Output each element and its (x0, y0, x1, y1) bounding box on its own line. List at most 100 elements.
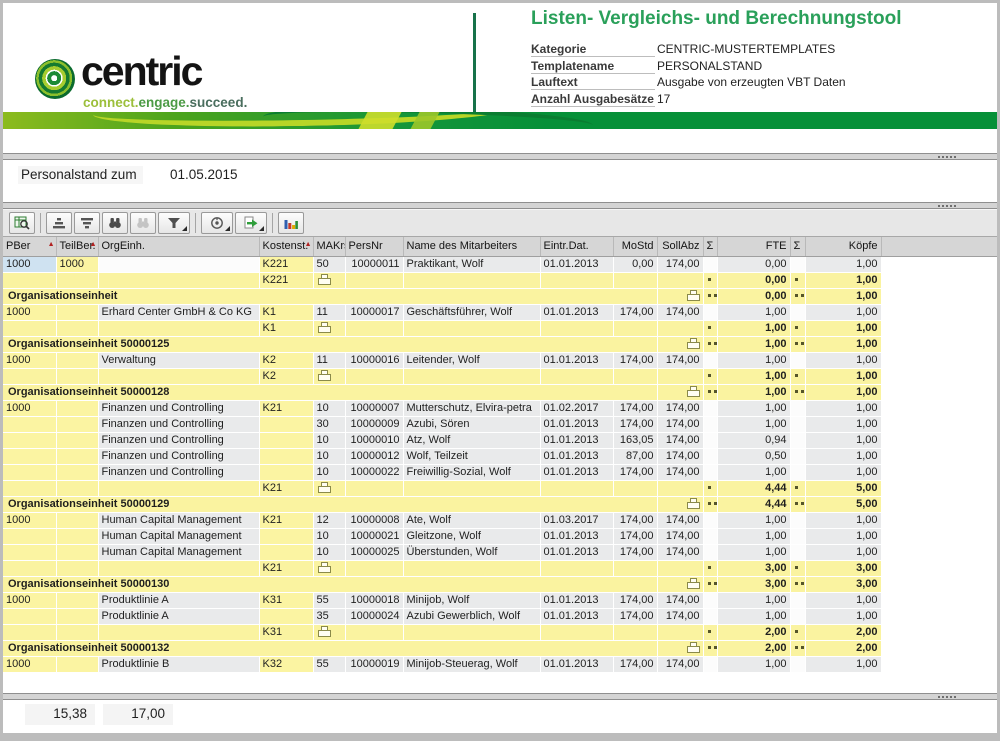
cell-fte[interactable]: 0,94 (717, 432, 790, 448)
cell-s2[interactable] (790, 544, 805, 560)
cell-s2[interactable] (790, 320, 805, 336)
table-row[interactable]: 10001000K2215010000011Praktikant, Wolf01… (3, 256, 881, 272)
group-row[interactable]: Organisationseinheit 500001294,445,00 (3, 496, 881, 512)
splitter-bar-middle[interactable] (3, 202, 997, 209)
views-button[interactable] (201, 212, 233, 234)
cell-sollabz[interactable]: 174,00 (657, 464, 703, 480)
cell-koepfe[interactable]: 1,00 (805, 416, 881, 432)
cell-org[interactable] (98, 560, 259, 576)
cell-makrs[interactable] (313, 320, 345, 336)
cell-teilber[interactable] (56, 448, 98, 464)
cell-name[interactable]: Überstunden, Wolf (403, 544, 540, 560)
cell-org[interactable]: Finanzen und Controlling (98, 448, 259, 464)
export-button[interactable] (235, 212, 267, 234)
cell-kost[interactable] (259, 432, 313, 448)
cell-s1[interactable] (703, 256, 717, 272)
cell-org[interactable]: Human Capital Management (98, 512, 259, 528)
cell-kost[interactable] (259, 464, 313, 480)
cell-makrs[interactable]: 30 (313, 416, 345, 432)
group-row[interactable]: Organisationseinheit 500001322,002,00 (3, 640, 881, 656)
cell-name[interactable] (403, 368, 540, 384)
details-button[interactable] (9, 212, 35, 234)
cell-eintr[interactable]: 01.01.2013 (540, 464, 613, 480)
cell-name[interactable]: Wolf, Teilzeit (403, 448, 540, 464)
cell-s1[interactable] (703, 608, 717, 624)
cell-makrs[interactable]: 35 (313, 608, 345, 624)
cell-koepfe[interactable]: 1,00 (805, 656, 881, 672)
cell-s2[interactable] (790, 384, 805, 400)
cell-fte[interactable]: 1,00 (717, 544, 790, 560)
subtotal-row[interactable]: K2210,001,00 (3, 272, 881, 288)
cell-koepfe[interactable]: 1,00 (805, 448, 881, 464)
group-label[interactable]: Organisationseinheit 50000129 (3, 496, 657, 512)
cell-fte[interactable]: 1,00 (717, 304, 790, 320)
cell-teilber[interactable] (56, 272, 98, 288)
cell-persnr[interactable]: 10000008 (345, 512, 403, 528)
cell-name[interactable] (403, 560, 540, 576)
cell-name[interactable]: Minijob-Steuerag, Wolf (403, 656, 540, 672)
table-row[interactable]: 1000Produktlinie BK325510000019Minijob-S… (3, 656, 881, 672)
cell-sollabz[interactable] (657, 496, 703, 512)
cell-mostd[interactable]: 174,00 (613, 544, 657, 560)
cell-teilber[interactable] (56, 528, 98, 544)
cell-s2[interactable] (790, 640, 805, 656)
cell-sollabz[interactable]: 174,00 (657, 432, 703, 448)
group-label[interactable]: Organisationseinheit 50000132 (3, 640, 657, 656)
cell-pber[interactable] (3, 480, 56, 496)
cell-eintr[interactable]: 01.02.2017 (540, 400, 613, 416)
cell-kost[interactable]: K1 (259, 320, 313, 336)
cell-pber[interactable] (3, 560, 56, 576)
cell-koepfe[interactable]: 1,00 (805, 336, 881, 352)
cell-pber[interactable]: 1000 (3, 400, 56, 416)
cell-s1[interactable] (703, 592, 717, 608)
cell-koepfe[interactable]: 1,00 (805, 256, 881, 272)
cell-persnr[interactable]: 10000009 (345, 416, 403, 432)
col-header-makrs[interactable]: MAKrs (313, 237, 345, 256)
cell-fte[interactable]: 1,00 (717, 320, 790, 336)
cell-fte[interactable]: 0,00 (717, 272, 790, 288)
chart-button[interactable] (278, 212, 304, 234)
cell-makrs[interactable]: 11 (313, 352, 345, 368)
cell-koepfe[interactable]: 1,00 (805, 320, 881, 336)
cell-s1[interactable] (703, 432, 717, 448)
cell-teilber[interactable] (56, 592, 98, 608)
cell-kost[interactable] (259, 608, 313, 624)
cell-koepfe[interactable]: 1,00 (805, 288, 881, 304)
cell-s1[interactable] (703, 544, 717, 560)
group-row[interactable]: Organisationseinheit 500001303,003,00 (3, 576, 881, 592)
cell-fte[interactable]: 3,00 (717, 576, 790, 592)
cell-persnr[interactable]: 10000024 (345, 608, 403, 624)
cell-mostd[interactable]: 174,00 (613, 608, 657, 624)
cell-kost[interactable]: K221 (259, 272, 313, 288)
group-label[interactable]: Organisationseinheit 50000128 (3, 384, 657, 400)
table-row[interactable]: Human Capital Management1010000025Überst… (3, 544, 881, 560)
cell-s1[interactable] (703, 384, 717, 400)
cell-mostd[interactable] (613, 320, 657, 336)
cell-koepfe[interactable]: 5,00 (805, 480, 881, 496)
cell-name[interactable] (403, 624, 540, 640)
cell-persnr[interactable] (345, 368, 403, 384)
cell-pber[interactable]: 1000 (3, 656, 56, 672)
cell-sollabz[interactable]: 174,00 (657, 416, 703, 432)
cell-koepfe[interactable]: 3,00 (805, 576, 881, 592)
subtotal-drilldown-icon[interactable] (686, 338, 700, 349)
sort-descending-button[interactable] (74, 212, 100, 234)
cell-pber[interactable] (3, 432, 56, 448)
cell-s2[interactable] (790, 416, 805, 432)
cell-name[interactable]: Praktikant, Wolf (403, 256, 540, 272)
table-row[interactable]: Finanzen und Controlling3010000009Azubi,… (3, 416, 881, 432)
cell-makrs[interactable]: 55 (313, 656, 345, 672)
cell-kost[interactable]: K21 (259, 480, 313, 496)
cell-fte[interactable]: 1,00 (717, 592, 790, 608)
cell-mostd[interactable] (613, 480, 657, 496)
cell-pber[interactable]: 1000 (3, 304, 56, 320)
cell-name[interactable]: Atz, Wolf (403, 432, 540, 448)
cell-s1[interactable] (703, 272, 717, 288)
cell-sollabz[interactable] (657, 320, 703, 336)
cell-mostd[interactable]: 174,00 (613, 512, 657, 528)
cell-koepfe[interactable]: 1,00 (805, 464, 881, 480)
table-row[interactable]: Finanzen und Controlling1010000010Atz, W… (3, 432, 881, 448)
cell-s2[interactable] (790, 352, 805, 368)
col-header-s1[interactable]: Σ (703, 237, 717, 256)
subtotal-row[interactable]: K1 1,00 1,00 (3, 320, 881, 336)
